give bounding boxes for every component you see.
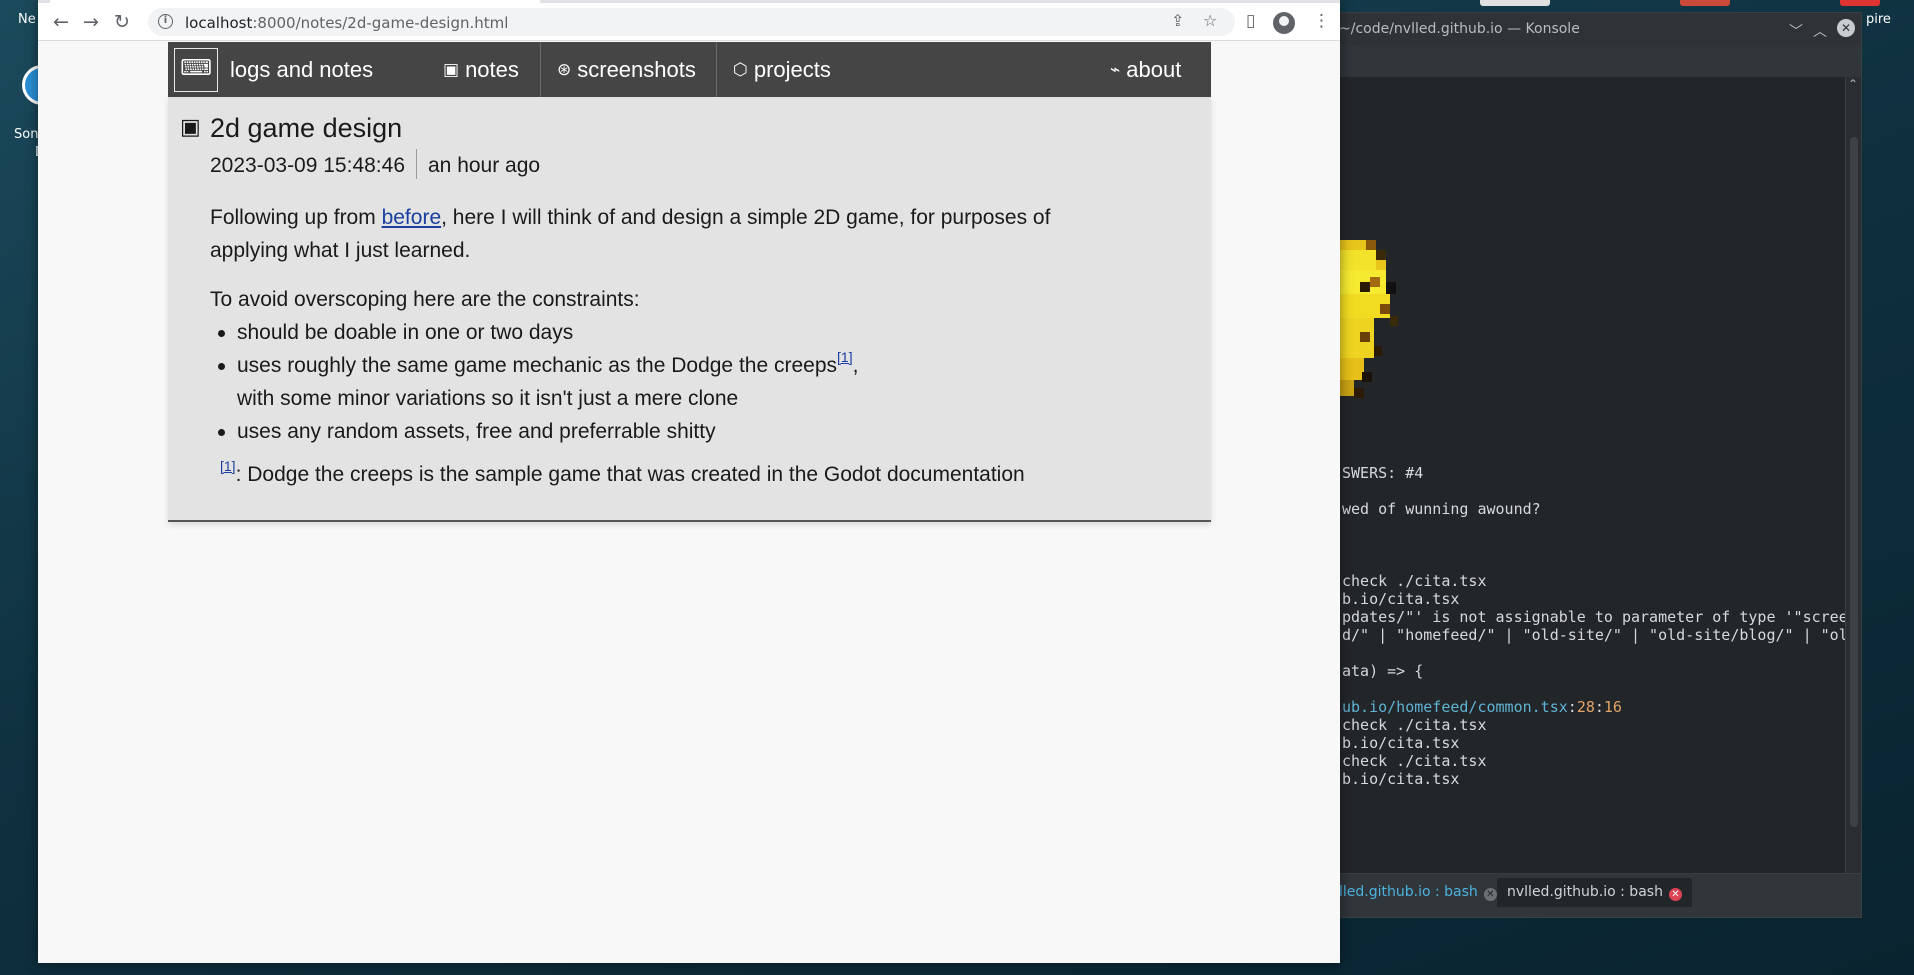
close-icon[interactable]: ✕ [1837, 19, 1855, 37]
konsole-window[interactable]: ~/code/nvlled.github.io — Konsole ﹀ ︿ ✕ … [1290, 12, 1862, 918]
nav-screenshots[interactable]: ⊛ screenshots [541, 42, 712, 97]
error-line: 28 [1576, 698, 1595, 716]
url-text[interactable]: localhost:8000/notes/2d-game-design.html [185, 14, 508, 32]
desktop-icon[interactable] [1840, 0, 1880, 6]
konsole-title: ~/code/nvlled.github.io — Konsole [1339, 21, 1580, 37]
back-arrow-icon[interactable]: ← [49, 10, 73, 34]
terminal-line: check ./cita.tsx [1342, 572, 1487, 590]
nav-screenshots-label: screenshots [577, 57, 696, 82]
desktop-icon[interactable]: Son D [0, 55, 62, 165]
terminal-line: b.io/cita.tsx [1342, 770, 1460, 788]
post-title: 2d game design [210, 113, 403, 143]
terminal-line: d/" | "homefeed/" | "old-site/" | "old-s… [1342, 626, 1847, 644]
footnote-ref-link[interactable]: [1] [837, 349, 853, 365]
page-viewport[interactable]: ⌨ logs and notes ▣ notes ⊛ screenshots ⬡ pr… [38, 42, 1340, 963]
desktop-icon-label: Son [14, 127, 39, 142]
note-icon: ▣ [180, 115, 201, 140]
list-item-text: , [852, 354, 859, 377]
konsole-titlebar[interactable]: ~/code/nvlled.github.io — Konsole ﹀ ︿ ✕ [1291, 13, 1861, 45]
nav-projects-label: projects [753, 57, 831, 82]
maximize-icon[interactable]: ︿ [1813, 21, 1827, 41]
browser-toolbar: ← → ↻ i localhost:8000/notes/2d-game-des… [38, 3, 1340, 41]
terminal-line: ata) => { [1342, 662, 1424, 680]
terminal-line: check ./cita.tsx [1342, 752, 1487, 770]
aperture-icon: ⊛ [557, 60, 572, 80]
scrollbar-thumb[interactable] [1850, 137, 1858, 827]
notes-icon: ▣ [443, 60, 460, 80]
list-item-text: with some minor variations so it isn't j… [237, 387, 739, 410]
terminal-line: wed of wunning awound? [1342, 500, 1541, 518]
error-col: 16 [1603, 698, 1622, 716]
nav-about-label: about [1126, 57, 1182, 82]
url-path: :8000/notes/2d-game-design.html [252, 14, 509, 32]
terminal-tab[interactable]: lled.github.io : bash ✕ [1339, 884, 1497, 901]
terminal-line: b.io/cita.tsx [1342, 590, 1460, 608]
terminal-output[interactable]: SWERS: #4 wed of wunning awound? check .… [1291, 77, 1847, 867]
share-icon[interactable]: ⇪ [1171, 11, 1184, 30]
nav-notes-label: notes [465, 57, 519, 82]
before-link[interactable]: before [382, 206, 442, 229]
terminal-line: b.io/cita.tsx [1342, 734, 1460, 752]
reload-icon[interactable]: ↻ [110, 10, 134, 34]
tab-close-icon[interactable]: ✕ [1483, 888, 1497, 901]
post-title-row: ▣ 2d game design [168, 113, 1211, 149]
post-body: Following up from before, here I will th… [210, 201, 1110, 448]
error-path: ub.io/homefeed/common.tsx [1342, 698, 1568, 716]
terminal-tab-active[interactable]: nvlled.github.io : bash ✕ [1497, 878, 1692, 907]
terminal-scrollbar[interactable]: ⌃ ⌄ [1845, 77, 1861, 881]
pixel-sun-image [1340, 222, 1412, 412]
konsole-toolbar [1291, 45, 1861, 77]
terminal-tab-label: lled.github.io : bash [1339, 884, 1478, 900]
nav-projects[interactable]: ⬡ projects [717, 42, 847, 97]
kebab-menu-icon[interactable]: ⋮ [1313, 11, 1330, 31]
list-item-text: uses any random assets, free and preferr… [237, 420, 716, 443]
site-navbar: ⌨ logs and notes ▣ notes ⊛ screenshots ⬡ pr… [168, 42, 1211, 97]
desktop-icon[interactable] [1680, 0, 1730, 6]
terminal-line: SWERS: #4 [1342, 464, 1424, 482]
site-brand-link[interactable]: logs and notes [230, 57, 373, 83]
list-item: should be doable in one or two days [210, 316, 1110, 349]
cube-icon: ⬡ [733, 60, 748, 80]
meta-divider [416, 149, 417, 179]
constraints-intro: To avoid overscoping here are the constr… [210, 288, 640, 311]
url-host: localhost [185, 14, 253, 32]
post-date: 2023-03-09 15:48:46 [210, 154, 405, 177]
forward-arrow-icon[interactable]: → [79, 10, 103, 34]
tab-close-icon[interactable]: ✕ [1668, 888, 1682, 901]
footnote: [1]: Dodge the creeps is the sample game… [220, 459, 1025, 487]
constraints-list: should be doable in one or two days uses… [210, 316, 1110, 448]
list-item: uses any random assets, free and preferr… [210, 415, 1110, 448]
site-container: ⌨ logs and notes ▣ notes ⊛ screenshots ⬡ pr… [168, 42, 1211, 522]
post-relative-time: an hour ago [428, 154, 541, 177]
footnote-anchor-link[interactable]: [1] [220, 458, 236, 474]
side-panel-icon[interactable]: ▯ [1246, 11, 1255, 31]
desktop-icon-label: Ne [18, 12, 36, 27]
site-info-icon[interactable]: i [158, 14, 173, 29]
nav-about[interactable]: ⌁ about [1094, 42, 1197, 97]
terminal-line: pdates/"' is not assignable to parameter… [1342, 608, 1847, 626]
list-item: uses roughly the same game mechanic as t… [210, 349, 1110, 415]
post-card: ▣ 2d game design 2023-03-09 15:48:46 an h… [168, 97, 1211, 522]
minimize-icon[interactable]: ﹀ [1789, 21, 1803, 41]
desktop-icon[interactable] [1480, 0, 1550, 6]
star-icon[interactable]: ☆ [1203, 11, 1217, 30]
intro-paragraph: Following up from before, here I will th… [210, 201, 1110, 267]
address-bar[interactable]: i localhost:8000/notes/2d-game-design.ht… [148, 8, 1235, 36]
keyboard-icon[interactable]: ⌨ [174, 48, 218, 92]
nav-notes[interactable]: ▣ notes [427, 42, 535, 97]
list-item-text: uses roughly the same game mechanic as t… [237, 354, 838, 377]
terminal-line: check ./cita.tsx [1342, 716, 1487, 734]
post-meta: 2023-03-09 15:48:46 an hour ago [210, 149, 540, 179]
signature-icon: ⌁ [1110, 60, 1121, 80]
terminal-line: ub.io/homefeed/common.tsx:28:16 [1342, 698, 1622, 716]
footnote-text: : Dodge the creeps is the sample game th… [235, 463, 1025, 486]
list-item-text: should be doable in one or two days [237, 321, 574, 344]
desktop-icon-label: pire [1866, 12, 1891, 27]
terminal-tab-label: nvlled.github.io : bash [1507, 884, 1663, 900]
browser-window[interactable]: ← → ↻ i localhost:8000/notes/2d-game-des… [38, 0, 1340, 963]
scroll-up-icon[interactable]: ⌃ [1848, 77, 1858, 91]
konsole-tabbar: lled.github.io : bash ✕ nvlled.github.io … [1291, 873, 1861, 917]
intro-text: Following up from [210, 206, 382, 229]
profile-icon[interactable] [1273, 12, 1295, 34]
